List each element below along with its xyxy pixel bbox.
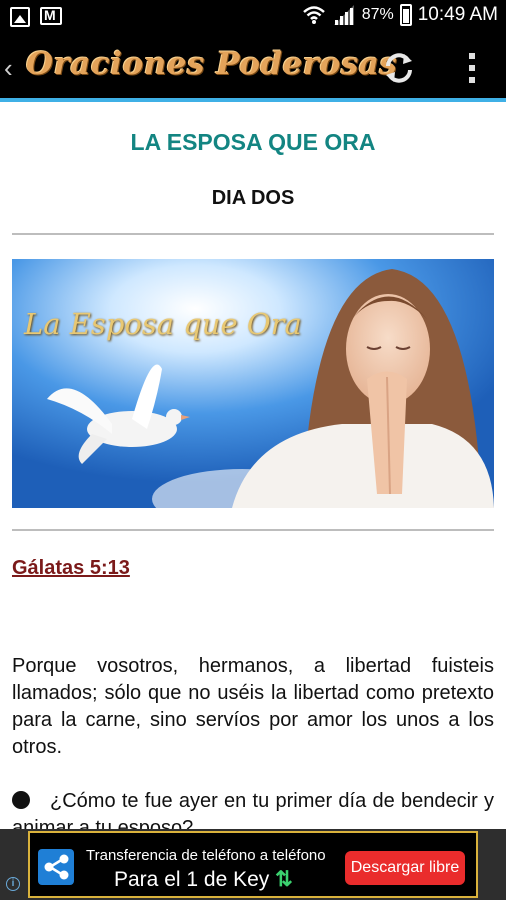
divider <box>12 529 494 531</box>
signal-icon <box>333 5 354 25</box>
day-label: DIA DOS <box>211 187 295 209</box>
clock: 10:49 AM <box>417 4 498 25</box>
overflow-menu-button[interactable] <box>462 49 482 87</box>
hero-image: La Esposa que Ora <box>12 259 494 508</box>
ad-banner[interactable]: Transferencia de teléfono a teléfono Par… <box>28 831 478 898</box>
ad-subheadline: Para el 1 de Key ⇅ <box>114 867 293 892</box>
refresh-button[interactable] <box>380 49 418 87</box>
ad-headline: Transferencia de teléfono a teléfono <box>86 847 326 864</box>
divider <box>12 233 494 235</box>
ad-info-icon[interactable]: i <box>6 877 20 891</box>
action-bar: ‹ Oraciones Poderosas <box>0 35 506 98</box>
bullet-icon <box>12 791 30 809</box>
hero-title: La Esposa que Ora <box>24 307 302 341</box>
app-title[interactable]: Oraciones Poderosas <box>26 46 397 82</box>
ad-subheadline-text: Para el 1 de Key <box>114 868 270 891</box>
refresh-icon <box>386 53 412 83</box>
share-icon <box>38 849 74 885</box>
ad-area: i Transferencia de teléfono a teléfono P… <box>0 829 506 900</box>
article-content[interactable]: LA ESPOSA QUE ORA DIA DOS La Esposa que … <box>0 102 506 829</box>
back-chevron-icon[interactable]: ‹ <box>4 53 13 84</box>
transfer-arrows-icon: ⇅ <box>275 868 293 891</box>
ad-download-button[interactable]: Descargar libre <box>345 851 465 885</box>
battery-icon <box>399 4 412 26</box>
verse-text: Porque vosotros, hermanos, a libertad fu… <box>12 655 494 758</box>
scripture-reference-link[interactable]: Gálatas 5:13 <box>12 557 130 580</box>
question-paragraph: ¿Cómo te fue ayer en tu primer día de be… <box>12 788 494 829</box>
battery-percent: 87% <box>361 6 394 23</box>
article-heading: LA ESPOSA QUE ORA <box>130 129 376 155</box>
status-bar: 87% 10:49 AM <box>0 0 506 35</box>
question-text: ¿Cómo te fue ayer en tu primer día de be… <box>12 790 494 829</box>
gallery-notification-icon <box>10 7 30 27</box>
wifi-icon <box>302 6 325 24</box>
gmail-notification-icon <box>40 7 62 25</box>
